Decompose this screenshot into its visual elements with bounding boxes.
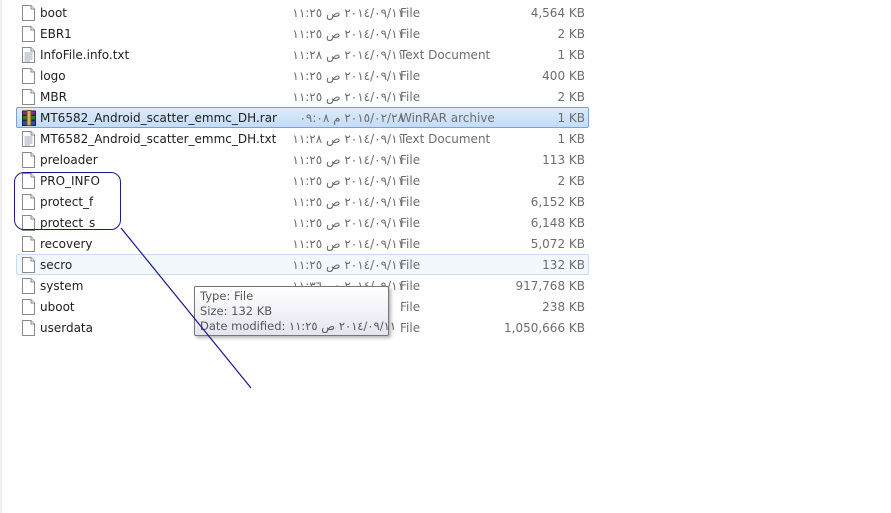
annotation-arrow-line bbox=[120, 227, 252, 389]
